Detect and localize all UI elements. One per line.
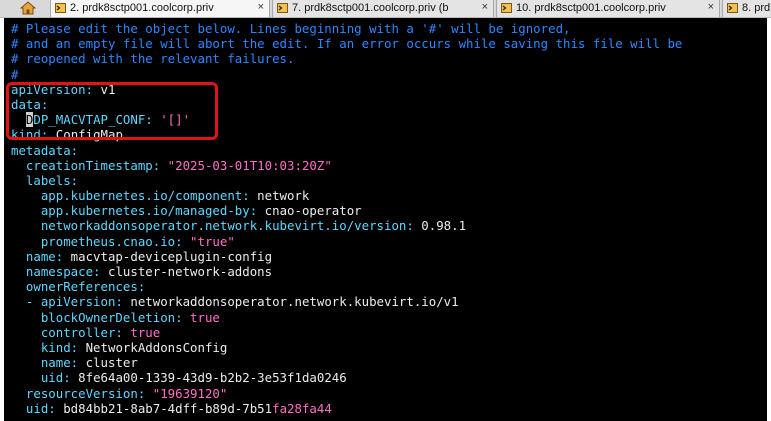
terminal-text: "2025-03-01T10:03:20Z" [160,157,332,173]
tab-bar: 2. prdk8sctp001.coolcorp.priv × 7. prdk8sc… [0,0,771,18]
terminal-text: app.kubernetes.io/managed-by: [11,203,258,219]
terminal-window[interactable]: # Please edit the object below. Lines be… [4,18,767,421]
tab-3[interactable]: 10. prdk8sctp001.coolcorp.priv × [496,0,720,17]
terminal-tab-icon [55,3,66,13]
terminal-text: networkaddonsoperator.network.kubevirt.i… [11,218,414,234]
terminal-text: uid: [11,370,71,386]
terminal-text: networkaddonsoperator.network.kubevirt.i… [122,294,459,310]
tab-label: 10. prdk8sctp001.coolcorp.priv [516,2,666,14]
terminal-text: kind: [11,339,79,355]
tab-label: 2. prdk8sctp001.coolcorp.priv [70,2,214,14]
terminal-text: cnao-operator [257,203,362,219]
home-button[interactable] [6,0,48,17]
terminal-text: creationTimestamp: [11,157,161,173]
terminal-content: # Please edit the object below. Lines be… [11,21,682,421]
terminal-text: fa28fa44 [272,400,332,416]
terminal-text: # [11,66,19,82]
terminal-text: resourceVersion: [11,385,146,401]
terminal-text: 0.98.1 [413,218,467,234]
close-icon[interactable]: × [258,0,264,15]
terminal-line: uid: bd84bb21-8ab7-4dff-b89d-7b51fa28fa4… [11,401,682,416]
terminal-line: networkaddonsoperator.network.kubevirt.i… [11,218,682,233]
terminal-text: # reopened with the relevant failures. [11,51,295,67]
terminal-text: controller: [11,324,123,340]
close-icon[interactable]: × [708,0,714,15]
terminal-line: kind: NetworkAddonsConfig [11,340,682,355]
terminal-line: name: cluster [11,355,682,370]
terminal-line: # Please edit the object below. Lines be… [11,21,682,36]
terminal-text: name: [11,355,79,371]
home-icon [20,1,36,15]
terminal-text: network [249,188,310,204]
terminal-line: app.kubernetes.io/component: network [11,188,682,203]
terminal-text: labels: [11,172,79,188]
terminal-text: prometheus.cnao.io: [11,233,183,249]
terminal-text: "19639120" [145,385,228,401]
terminal-text: metadata: [11,142,79,158]
terminal-text: # and an empty file will abort the edit.… [11,36,683,52]
tab-4[interactable]: 8. prd [722,0,771,17]
terminal-tab-icon [501,3,512,13]
terminal-line: name: macvtap-deviceplugin-config [11,249,682,264]
terminal-line: namespace: cluster-network-addons [11,264,682,279]
terminal-text: true [122,324,161,340]
terminal-text: NetworkAddonsConfig [78,339,228,355]
terminal-line: resourceVersion: "19639120" [11,386,682,401]
terminal-text: name: [11,248,64,264]
terminal-text: macvtap-deviceplugin-config [63,248,273,264]
tab-label: 8. prd [742,2,771,14]
terminal-text: cluster-network-addons [100,264,273,279]
tab-label: 7. prdk8sctp001.coolcorp.priv (b [292,2,449,14]
terminal-text: namespace: [11,264,101,279]
terminal-line: controller: true [11,325,682,340]
highlight-annotation [6,82,218,140]
terminal-text: app.kubernetes.io/component: [11,188,250,204]
terminal-text: # Please edit the object below. Lines be… [11,21,571,36]
terminal-line: # and an empty file will abort the edit.… [11,36,682,51]
terminal-text: "true" [182,233,235,249]
terminal-text: ~ [11,416,18,421]
terminal-line: blockOwnerDeletion: true [11,310,682,325]
terminal-text: blockOwnerDeletion: [11,309,183,325]
terminal-line: uid: 8fe64a00-1339-43d9-b2b2-3e53f1da024… [11,370,682,385]
terminal-line: prometheus.cnao.io: "true" [11,234,682,249]
terminal-line: # reopened with the relevant failures. [11,51,682,66]
tab-2[interactable]: 7. prdk8sctp001.coolcorp.priv (b × [272,0,494,17]
terminal-text: true [182,309,220,325]
terminal-text: cluster [78,355,138,371]
terminal-tab-icon [727,3,738,13]
terminal-line: # [11,67,682,82]
close-icon[interactable]: × [482,0,488,15]
terminal-text: - apiVersion: [11,294,123,310]
terminal-line: labels: [11,173,682,188]
terminal-text: bd84bb21-8ab7-4dff-b89d-7b51 [55,400,273,416]
terminal-text: 8fe64a00-1339-43d9-b2b2-3e53f1da0246 [70,370,347,386]
terminal-line: creationTimestamp: "2025-03-01T10:03:20Z… [11,158,682,173]
terminal-text: uid: [11,400,56,416]
terminal-tab-icon [277,3,288,13]
terminal-line: app.kubernetes.io/managed-by: cnao-opera… [11,203,682,218]
terminal-text: ownerReferences: [11,279,146,295]
terminal-line: metadata: [11,143,682,158]
terminal-line: ~ [11,416,682,421]
terminal-line: - apiVersion: networkaddonsoperator.netw… [11,294,682,309]
terminal-line: ownerReferences: [11,279,682,294]
tab-1[interactable]: 2. prdk8sctp001.coolcorp.priv × [50,0,270,17]
